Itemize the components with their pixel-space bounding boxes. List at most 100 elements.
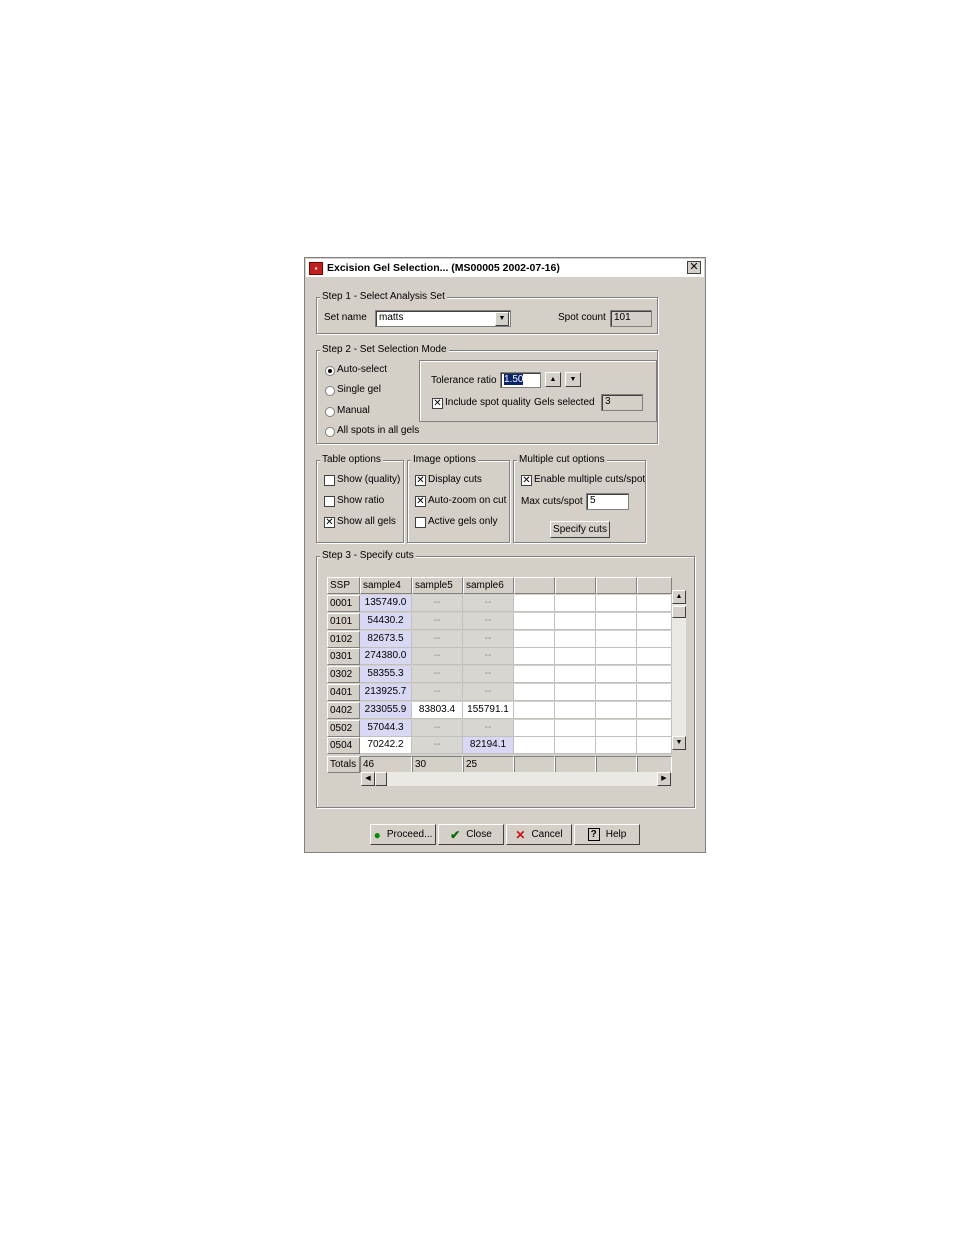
table-cell[interactable]: -- <box>412 595 463 612</box>
auto-zoom-checkbox[interactable]: ✕ <box>415 496 426 507</box>
table-cell[interactable] <box>555 684 596 701</box>
row-header-ssp[interactable]: 0502 <box>327 719 360 737</box>
show-ratio-checkbox[interactable] <box>324 496 335 507</box>
set-name-dropdown[interactable]: matts ▼ <box>375 310 511 327</box>
table-cell[interactable] <box>596 595 637 612</box>
table-cell[interactable] <box>514 719 555 737</box>
show-quality-checkbox[interactable] <box>324 475 335 486</box>
help-button[interactable]: ? Help <box>574 824 640 845</box>
column-header[interactable]: sample5 <box>412 577 463 594</box>
active-gels-checkbox[interactable] <box>415 517 426 528</box>
table-cell[interactable] <box>555 648 596 666</box>
table-cell[interactable]: 274380.0 <box>360 648 412 666</box>
table-cell[interactable]: -- <box>412 648 463 666</box>
spin-up-icon[interactable]: ▲ <box>545 372 561 387</box>
column-header[interactable]: sample4 <box>360 577 412 594</box>
table-cell[interactable] <box>514 737 555 755</box>
hscroll-thumb[interactable] <box>375 772 387 786</box>
table-cell[interactable] <box>596 737 637 755</box>
table-cell[interactable]: 70242.2 <box>360 737 412 755</box>
table-cell[interactable] <box>555 701 596 719</box>
table-cell[interactable] <box>637 737 672 755</box>
table-cell[interactable]: 83803.4 <box>412 701 463 719</box>
column-header[interactable]: SSP <box>327 577 360 594</box>
table-cell[interactable] <box>555 737 596 755</box>
table-cell[interactable] <box>637 719 672 737</box>
scroll-right-icon[interactable]: ▶ <box>657 772 671 786</box>
vertical-scrollbar[interactable]: ▲ ▼ <box>672 590 686 750</box>
specify-cuts-button[interactable]: Specify cuts <box>550 521 610 538</box>
chevron-down-icon[interactable]: ▼ <box>495 312 509 326</box>
row-header-ssp[interactable]: 0001 <box>327 595 360 612</box>
horizontal-scrollbar[interactable]: ◀ ▶ <box>361 772 671 786</box>
table-cell[interactable] <box>514 701 555 719</box>
radio-single-gel[interactable] <box>325 386 335 396</box>
row-header-ssp[interactable]: 0504 <box>327 737 360 755</box>
column-header[interactable]: sample6 <box>463 577 514 594</box>
table-cell[interactable] <box>555 666 596 684</box>
table-cell[interactable]: 82194.1 <box>463 737 514 755</box>
spin-down-icon[interactable]: ▼ <box>565 372 581 387</box>
table-cell[interactable] <box>555 595 596 612</box>
table-cell[interactable]: -- <box>463 612 514 630</box>
cancel-button[interactable]: ✕ Cancel <box>506 824 572 845</box>
scroll-left-icon[interactable]: ◀ <box>361 772 375 786</box>
display-cuts-checkbox[interactable]: ✕ <box>415 475 426 486</box>
proceed-button[interactable]: ● Proceed... <box>370 824 436 845</box>
scroll-up-icon[interactable]: ▲ <box>672 590 686 604</box>
column-header[interactable] <box>555 577 596 594</box>
table-cell[interactable]: 155791.1 <box>463 701 514 719</box>
table-cell[interactable] <box>596 701 637 719</box>
table-cell[interactable] <box>555 719 596 737</box>
table-cell[interactable]: -- <box>412 612 463 630</box>
table-cell[interactable]: 54430.2 <box>360 612 412 630</box>
column-header[interactable] <box>514 577 555 594</box>
scroll-thumb[interactable] <box>672 606 686 618</box>
table-cell[interactable] <box>596 648 637 666</box>
table-cell[interactable]: -- <box>463 666 514 684</box>
table-cell[interactable] <box>637 630 672 648</box>
table-cell[interactable] <box>637 612 672 630</box>
table-cell[interactable] <box>637 666 672 684</box>
table-cell[interactable] <box>637 684 672 701</box>
row-header-ssp[interactable]: 0301 <box>327 648 360 666</box>
table-cell[interactable] <box>596 719 637 737</box>
table-cell[interactable]: 57044.3 <box>360 719 412 737</box>
max-cuts-input[interactable]: 5 <box>586 493 629 510</box>
table-cell[interactable]: -- <box>412 684 463 701</box>
table-cell[interactable] <box>514 612 555 630</box>
table-cell[interactable]: -- <box>463 595 514 612</box>
column-header[interactable] <box>596 577 637 594</box>
enable-multiple-cuts-checkbox[interactable]: ✕ <box>521 475 532 486</box>
table-cell[interactable] <box>637 595 672 612</box>
close-button[interactable]: ✔ Close <box>438 824 504 845</box>
row-header-ssp[interactable]: 0302 <box>327 666 360 684</box>
row-header-ssp[interactable]: 0402 <box>327 701 360 719</box>
table-cell[interactable]: -- <box>463 719 514 737</box>
table-cell[interactable]: -- <box>412 666 463 684</box>
table-cell[interactable] <box>514 595 555 612</box>
table-cell[interactable]: 213925.7 <box>360 684 412 701</box>
table-cell[interactable]: -- <box>412 737 463 755</box>
table-cell[interactable] <box>514 630 555 648</box>
radio-all-spots[interactable] <box>325 427 335 437</box>
table-cell[interactable] <box>637 701 672 719</box>
table-cell[interactable] <box>555 630 596 648</box>
table-cell[interactable] <box>596 630 637 648</box>
table-cell[interactable] <box>637 648 672 666</box>
table-cell[interactable] <box>555 612 596 630</box>
table-cell[interactable] <box>596 666 637 684</box>
table-cell[interactable] <box>514 666 555 684</box>
table-cell[interactable] <box>596 684 637 701</box>
table-cell[interactable]: -- <box>463 630 514 648</box>
include-quality-checkbox[interactable]: ✕ <box>432 398 443 409</box>
table-cell[interactable] <box>514 648 555 666</box>
row-header-ssp[interactable]: 0102 <box>327 630 360 648</box>
table-cell[interactable]: -- <box>463 648 514 666</box>
table-cell[interactable]: -- <box>412 630 463 648</box>
radio-auto-select[interactable] <box>325 366 335 376</box>
table-cell[interactable] <box>596 612 637 630</box>
table-cell[interactable]: 58355.3 <box>360 666 412 684</box>
table-cell[interactable]: 82673.5 <box>360 630 412 648</box>
row-header-ssp[interactable]: 0101 <box>327 612 360 630</box>
